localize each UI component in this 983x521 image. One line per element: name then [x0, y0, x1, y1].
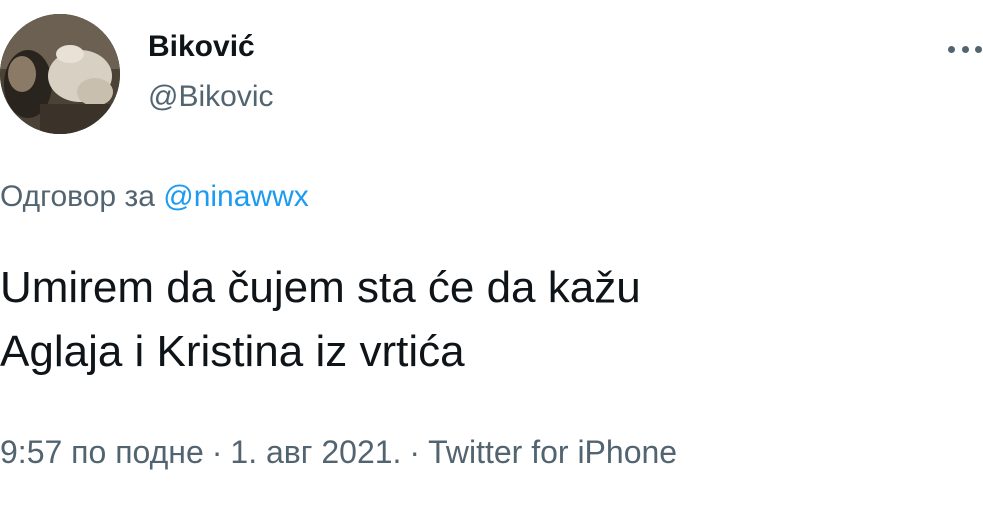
- meta-separator: ·: [211, 434, 223, 470]
- tweet-text-line: Aglaja i Kristina iz vrtića: [0, 327, 465, 376]
- tweet-time[interactable]: 9:57 по подне: [0, 434, 204, 470]
- more-horizontal-icon: [948, 45, 955, 53]
- tweet-card: Biković @Bikovic Одговор за @ninawwx Umi…: [0, 0, 983, 521]
- reply-mention-link[interactable]: @ninawwx: [163, 180, 309, 213]
- tweet-text: Umirem da čujem sta će da kažu Aglaja i …: [0, 256, 641, 384]
- user-handle[interactable]: @Bikovic: [148, 80, 273, 114]
- tweet-date[interactable]: 1. авг 2021.: [230, 434, 401, 470]
- more-horizontal-icon-dot: [961, 45, 969, 53]
- avatar-photo: [0, 14, 120, 134]
- tweet-source[interactable]: Twitter for iPhone: [428, 434, 677, 470]
- tweet-metadata: 9:57 по подне · 1. авг 2021. · Twitter for i…: [0, 434, 677, 471]
- more-options-button[interactable]: [948, 42, 982, 56]
- more-horizontal-icon-dot: [975, 45, 982, 53]
- reply-prefix: Одговор за: [0, 180, 155, 213]
- reply-context: Одговор за @ninawwx: [0, 180, 309, 214]
- tweet-text-line: Umirem da čujem sta će da kažu: [0, 263, 641, 312]
- avatar[interactable]: [0, 14, 120, 134]
- meta-separator: ·: [409, 434, 421, 470]
- display-name[interactable]: Biković: [148, 30, 255, 64]
